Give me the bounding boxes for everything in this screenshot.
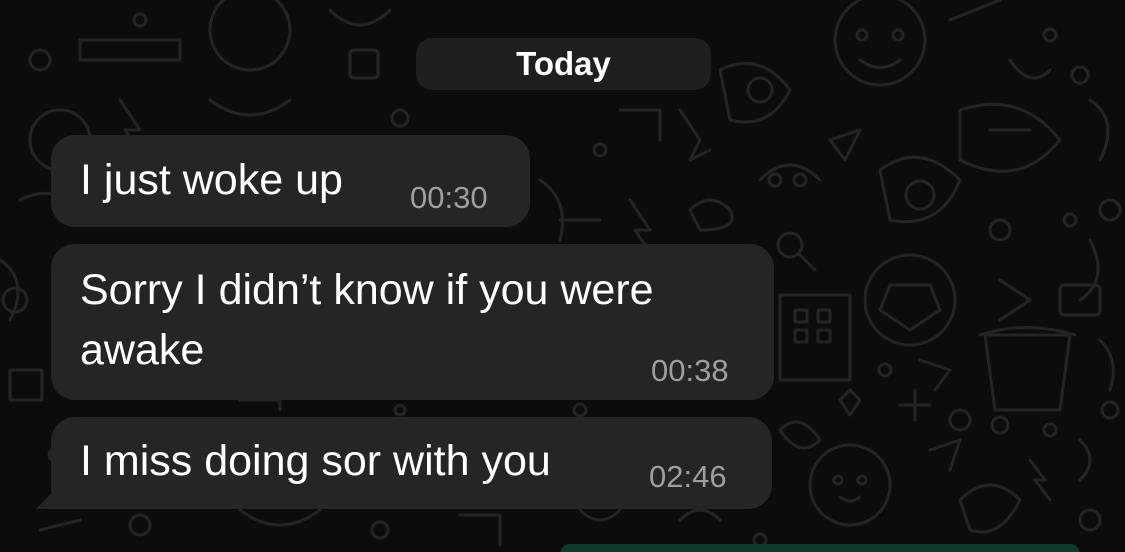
message-text: I just woke up [80,156,343,204]
date-separator-label: Today [516,45,611,82]
outgoing-message-bubble-edge [560,544,1080,552]
date-separator-pill: Today [416,38,711,90]
message-timestamp: 02:46 [649,459,727,494]
message-bubble[interactable]: Sorry I didn’t know if you were awake 00… [51,244,774,400]
message-timestamp: 00:38 [651,353,729,388]
message-text: I miss doing sor with you [80,437,551,485]
message-bubble[interactable]: I just woke up 00:30 [51,135,530,227]
message-text-line: awake [80,326,205,374]
message-text-line: Sorry I didn’t know if you were [80,266,654,314]
message-timestamp: 00:30 [410,180,488,215]
chat-view: Today I just woke up 00:30 Sorry I didn’… [0,0,1125,552]
message-bubble[interactable]: I miss doing sor with you 02:46 [51,417,772,509]
